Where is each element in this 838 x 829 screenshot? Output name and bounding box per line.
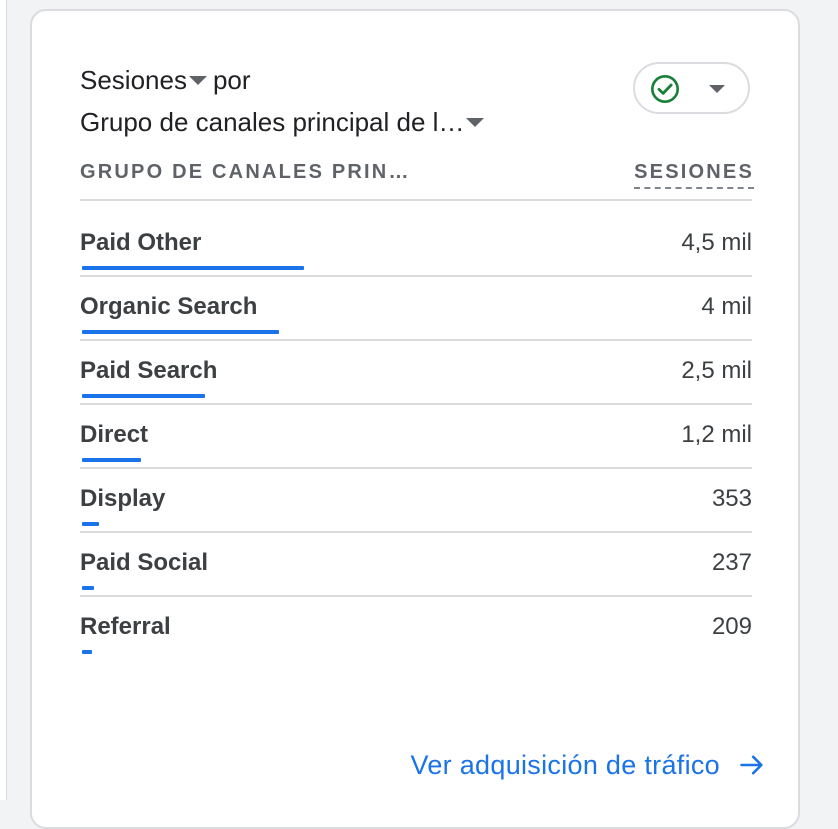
sessions-column-header[interactable]: SESIONES <box>634 157 754 189</box>
sessions-value: 353 <box>711 485 752 512</box>
sessions-value: 1,2 mil <box>681 421 752 448</box>
sessions-value: 209 <box>711 613 752 640</box>
dimension-column-header: GRUPO DE CANALES PRIN… <box>80 161 411 183</box>
channel-label[interactable]: Display <box>80 484 165 514</box>
channel-label[interactable]: Organic Search <box>80 292 257 322</box>
table-row[interactable]: Paid Other 4,5 mil <box>80 211 752 277</box>
caret-down-icon <box>709 85 725 93</box>
dimension-dropdown-caret-icon[interactable] <box>466 117 485 127</box>
sessions-value: 4 mil <box>701 293 752 320</box>
sessions-bar <box>82 266 304 270</box>
channel-label[interactable]: Paid Search <box>80 356 217 386</box>
dimension-selector-label[interactable]: Grupo de canales principal de l… <box>80 105 464 139</box>
sessions-value: 2,5 mil <box>681 357 752 384</box>
channel-label[interactable]: Paid Social <box>80 548 208 578</box>
footer-link-label[interactable]: Ver adquisición de tráfico <box>411 748 720 782</box>
view-traffic-acquisition-link[interactable]: Ver adquisición de tráfico <box>411 748 766 782</box>
sessions-value: 237 <box>711 549 752 576</box>
sessions-bar <box>82 330 280 334</box>
header-divider <box>80 199 752 201</box>
table-row[interactable]: Organic Search 4 mil <box>80 275 752 341</box>
table-row[interactable]: Paid Search 2,5 mil <box>80 339 752 405</box>
table-row[interactable]: Direct 1,2 mil <box>80 403 752 469</box>
sessions-value: 4,5 mil <box>681 229 752 256</box>
card-title-line-2: Grupo de canales principal de l… <box>80 105 490 139</box>
table-row[interactable]: Referral 209 <box>80 595 752 659</box>
table-row[interactable]: Paid Social 237 <box>80 531 752 597</box>
sessions-by-channel-card: Sesiones por Grupo de canales principal … <box>30 9 800 829</box>
channel-label[interactable]: Referral <box>80 612 171 642</box>
sessions-bar <box>82 650 93 654</box>
check-circle-icon <box>651 75 679 103</box>
metric-dropdown-caret-icon[interactable] <box>188 75 207 85</box>
title-connector: por <box>212 65 251 95</box>
sessions-bar <box>82 458 142 462</box>
table-row[interactable]: Display 353 <box>80 467 752 533</box>
sessions-bar <box>82 586 94 590</box>
card-title-line-1: Sesiones por <box>80 63 251 97</box>
adjacent-card-edge <box>0 0 7 800</box>
channel-label[interactable]: Direct <box>80 420 148 450</box>
sessions-bar <box>82 394 206 398</box>
comparison-menu-button[interactable] <box>633 62 750 114</box>
channel-label[interactable]: Paid Other <box>80 228 201 258</box>
arrow-right-icon[interactable] <box>738 751 766 779</box>
metric-selector-label[interactable]: Sesiones <box>80 63 187 97</box>
sessions-bar <box>82 522 100 526</box>
